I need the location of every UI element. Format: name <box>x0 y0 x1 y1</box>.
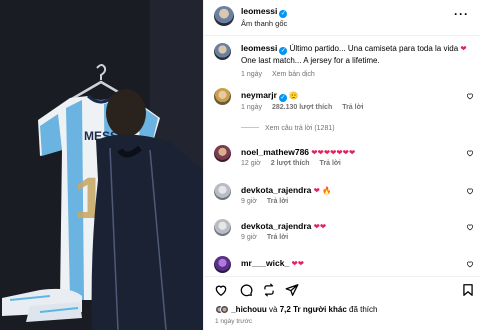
caption-time: 1 ngày <box>241 71 263 78</box>
comment-text: ❤❤❤❤❤❤❤ <box>311 148 356 157</box>
comment-time: 9 giờ <box>241 234 257 241</box>
post-side-panel: leomessi ✓ Âm thanh gốc ··· leomessi ✓ Últ… <box>203 0 480 330</box>
verified-badge-icon: ✓ <box>279 47 288 55</box>
commenter-username[interactable]: neymarjr <box>241 90 277 100</box>
reply-button[interactable]: Trả lời <box>267 198 288 205</box>
post-photo[interactable]: MESSI 10 <box>0 0 203 330</box>
caption-text-en: One last match... A jersey for a lifetim… <box>241 56 380 65</box>
post-action-bar: _hichouu và 7,2 Tr người khác đã thích 1… <box>204 276 480 330</box>
like-comment-heart-icon[interactable] <box>466 92 474 100</box>
commenter-avatar[interactable] <box>214 219 231 236</box>
comment-time: 12 giờ <box>241 160 261 167</box>
commenter-avatar[interactable] <box>214 88 231 105</box>
author-username[interactable]: leomessi <box>241 6 277 16</box>
commenter-username[interactable]: mr___wick_ <box>241 258 289 268</box>
repost-icon[interactable] <box>262 283 276 297</box>
comment-text: ❤ 🔥 <box>313 186 332 195</box>
reply-button[interactable]: Trả lời <box>342 104 363 111</box>
like-comment-heart-icon[interactable] <box>466 223 474 231</box>
post-time: 1 ngày trước <box>215 318 253 325</box>
caption-heart-emoji: ❤ <box>460 44 467 53</box>
liker-avatar <box>220 305 229 314</box>
audio-link[interactable]: Âm thanh gốc <box>241 19 287 28</box>
liked-by-others[interactable]: 7,2 Tr người khác <box>280 305 347 314</box>
comment-likes[interactable]: 2 lượt thích <box>271 160 310 167</box>
comment-time: 9 giờ <box>241 198 257 205</box>
like-heart-icon[interactable] <box>214 283 228 297</box>
comment-likes[interactable]: 282.130 lượt thích <box>272 104 332 111</box>
liked-by-joiner: và <box>269 305 278 314</box>
commenter-username[interactable]: noel_mathew786 <box>241 147 309 157</box>
commenter-avatar[interactable] <box>214 145 231 162</box>
liked-by-user[interactable]: _hichouu <box>231 305 267 314</box>
comment-bubble-icon[interactable] <box>239 283 253 297</box>
reply-button[interactable]: Trả lời <box>267 234 288 241</box>
like-comment-heart-icon[interactable] <box>466 149 474 157</box>
reply-button[interactable]: Trả lời <box>320 160 341 167</box>
commenter-avatar[interactable] <box>214 183 231 200</box>
thread-line <box>241 127 259 128</box>
likes-summary[interactable]: _hichouu và 7,2 Tr người khác đã thích <box>215 305 377 314</box>
commenter-avatar[interactable] <box>214 256 231 273</box>
verified-badge-icon: ✓ <box>278 94 287 102</box>
commenter-username[interactable]: devkota_rajendra <box>241 221 311 231</box>
commenter-username[interactable]: devkota_rajendra <box>241 185 311 195</box>
comment-text: 🫡 <box>289 91 299 100</box>
verified-badge-icon: ✓ <box>279 10 288 18</box>
post-header: leomessi ✓ Âm thanh gốc ··· <box>204 0 480 36</box>
photo-illustration: MESSI 10 <box>0 0 203 330</box>
save-bookmark-icon[interactable] <box>461 283 475 297</box>
liked-suffix: đã thích <box>349 305 378 314</box>
more-options-icon[interactable]: ··· <box>454 8 469 20</box>
view-replies-label: Xem câu trả lời (1281) <box>265 125 335 132</box>
comment-text: ❤❤ <box>291 259 305 268</box>
caption-username[interactable]: leomessi <box>241 43 277 53</box>
translate-link[interactable]: Xem bản dịch <box>272 71 315 78</box>
comment-time: 1 ngày <box>241 104 263 111</box>
author-avatar[interactable] <box>214 6 234 26</box>
comment-text: ❤❤ <box>313 222 327 231</box>
like-comment-heart-icon[interactable] <box>466 260 474 268</box>
caption-text-es: Último partido... Una camiseta para toda… <box>289 44 459 53</box>
caption-avatar[interactable] <box>214 43 231 60</box>
share-send-icon[interactable] <box>285 283 299 297</box>
view-replies-link[interactable]: Xem câu trả lời (1281) <box>241 125 335 132</box>
like-comment-heart-icon[interactable] <box>466 187 474 195</box>
author-name-line: leomessi ✓ <box>241 6 288 18</box>
